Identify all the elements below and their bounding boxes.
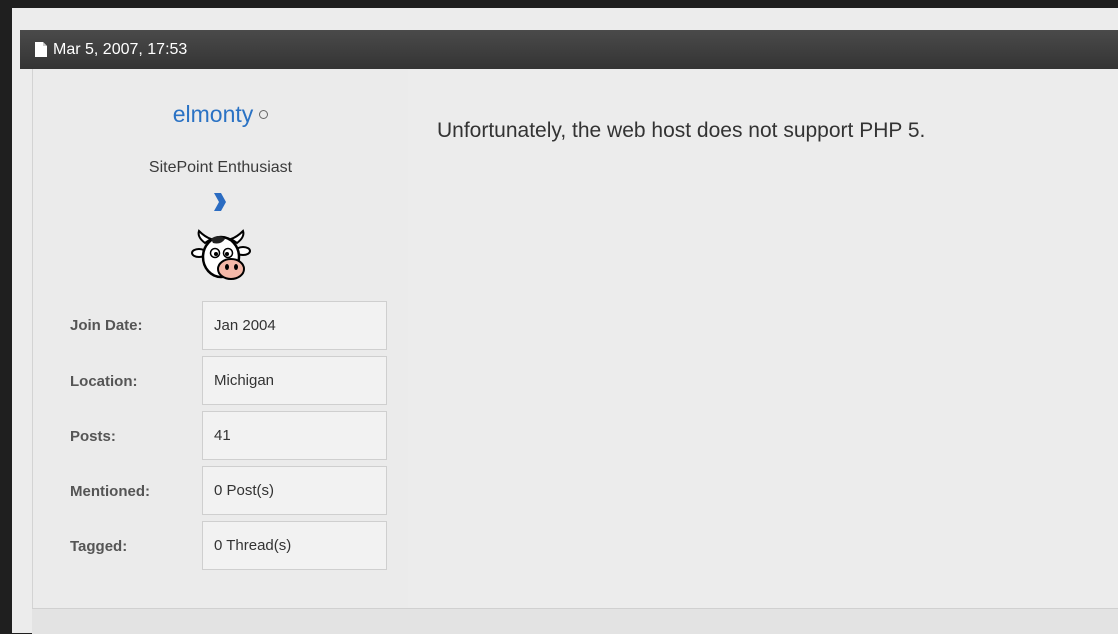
cow-avatar[interactable]: [191, 229, 251, 292]
post-date: Mar 5, 2007, 17:53: [53, 40, 188, 58]
join-date-value: Jan 2004: [202, 301, 387, 350]
post-header: Mar 5, 2007, 17:53: [20, 30, 1118, 69]
mentioned-label: Mentioned:: [70, 483, 150, 500]
username-link[interactable]: elmonty: [173, 101, 254, 127]
user-info-panel: elmonty SitePoint Enthusiast Join Date: …: [32, 69, 409, 608]
tagged-value[interactable]: 0 Thread(s): [202, 521, 387, 570]
join-date-label: Join Date:: [70, 317, 143, 334]
post-message: Unfortunately, the web host does not sup…: [437, 119, 926, 142]
offline-status-icon: [259, 110, 269, 120]
chevron-rank-icon: [214, 193, 226, 216]
location-label: Location:: [70, 373, 138, 390]
posts-value: 41: [202, 411, 387, 460]
user-title: SitePoint Enthusiast: [148, 159, 293, 176]
username-row: elmonty: [33, 101, 408, 128]
post-footer: [32, 608, 1118, 634]
document-icon: [35, 42, 47, 57]
posts-label: Posts:: [70, 428, 116, 445]
tagged-label: Tagged:: [70, 538, 128, 555]
location-value: Michigan: [202, 356, 387, 405]
mentioned-value[interactable]: 0 Post(s): [202, 466, 387, 515]
post-content: Unfortunately, the web host does not sup…: [408, 69, 1118, 608]
